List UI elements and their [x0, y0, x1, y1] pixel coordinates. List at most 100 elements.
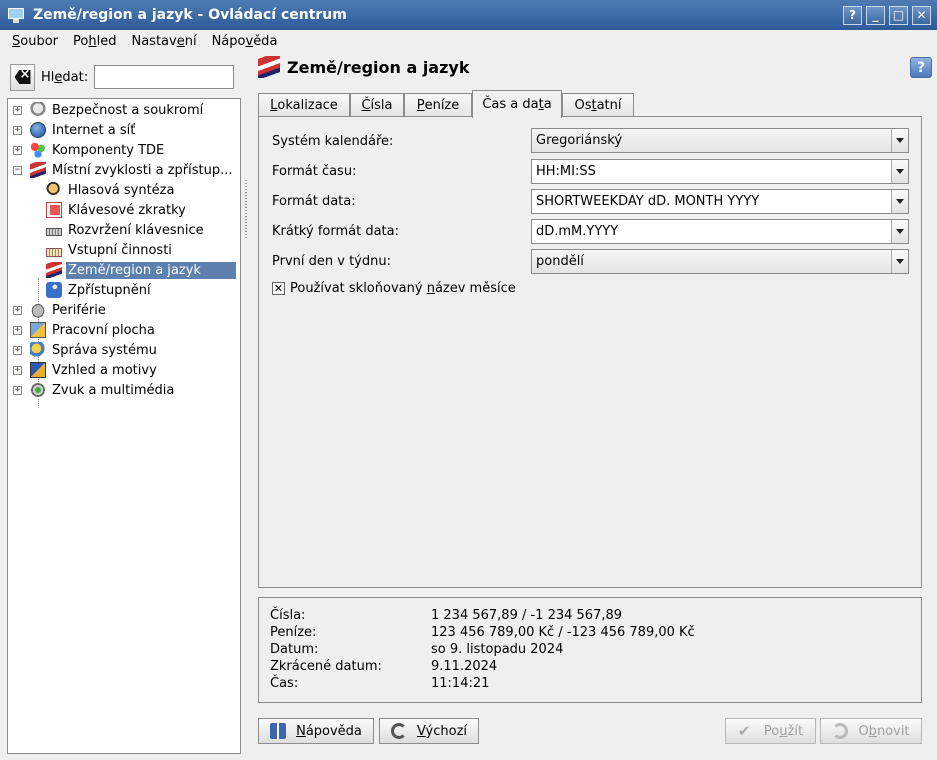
reset-button[interactable]: Obnovit: [820, 718, 922, 744]
format-preview: Čísla: 1 234 567,89 / -1 234 567,89 Peníz…: [258, 597, 922, 703]
search-row: Hledat:: [10, 62, 235, 92]
checkmark-icon: ✔: [737, 722, 751, 740]
system-admin-icon: [30, 342, 46, 358]
tree-item-accessibility[interactable]: Zpřístupnění: [8, 280, 240, 300]
defaults-button-label: Výchozí: [416, 723, 468, 739]
collapse-icon[interactable]: −: [13, 165, 22, 175]
minimize-button[interactable]: _: [866, 5, 885, 25]
chevron-down-icon[interactable]: [891, 190, 908, 213]
menu-view[interactable]: Pohled: [73, 34, 116, 49]
calendar-system-label: Systém kalendáře:: [272, 133, 394, 149]
keyboard-icon: [46, 228, 62, 236]
chevron-down-icon[interactable]: [891, 250, 908, 273]
help-button[interactable]: Nápověda: [258, 718, 374, 744]
accessibility-icon: [46, 282, 62, 298]
tree-item-speech-synthesis[interactable]: Hlasová syntéza: [8, 180, 240, 200]
clear-left-icon: [14, 70, 31, 84]
expand-icon[interactable]: +: [13, 385, 22, 395]
panel-splitter-handle[interactable]: [245, 180, 247, 240]
peripherals-icon: [30, 302, 46, 318]
tree-item-label: Vzhled a motivy: [52, 362, 157, 378]
tab-localization[interactable]: Lokalizace: [258, 93, 350, 117]
expand-icon[interactable]: +: [13, 105, 22, 115]
context-help-button[interactable]: ?: [843, 5, 862, 25]
expand-icon[interactable]: +: [13, 365, 22, 375]
first-day-select[interactable]: pondělí: [531, 249, 909, 274]
control-center-app-icon[interactable]: [7, 6, 25, 24]
tree-item-sound-multimedia[interactable]: + Zvuk a multimédia: [8, 380, 240, 400]
tree-item-desktop[interactable]: + Pracovní plocha: [8, 320, 240, 340]
tree-item-label: Zpřístupnění: [68, 282, 151, 298]
menu-file[interactable]: Soubor: [12, 34, 58, 49]
preview-row-date: Datum: so 9. listopadu 2024: [270, 642, 564, 657]
menu-settings[interactable]: Nastavení: [131, 34, 196, 49]
close-button[interactable]: ✕: [912, 5, 931, 25]
flag-icon: [258, 56, 280, 78]
short-date-format-combo[interactable]: dD.mM.YYYY: [531, 219, 909, 244]
tab-money[interactable]: Peníze: [404, 93, 472, 117]
declined-month-option[interactable]: ✕ Používat skloňovaný název měsíce: [272, 281, 516, 296]
tree-item-system-admin[interactable]: + Správa systému: [8, 340, 240, 360]
module-tree[interactable]: + Bezpečnost a soukromí + Internet a síť…: [7, 98, 241, 754]
short-date-format-label: Krátký formát data:: [272, 223, 399, 239]
expand-icon[interactable]: +: [13, 145, 22, 155]
tree-item-label: Země/region a jazyk: [66, 261, 236, 279]
tree-item-label: Rozvržení klávesnice: [68, 222, 204, 238]
desktop-icon: [30, 322, 46, 338]
tree-item-label: Periférie: [52, 302, 106, 318]
chevron-down-icon[interactable]: [891, 160, 908, 183]
input-actions-icon: [46, 247, 62, 257]
tree-item-security-privacy[interactable]: + Bezpečnost a soukromí: [8, 100, 240, 120]
expand-icon[interactable]: +: [13, 125, 22, 135]
tree-item-peripherals[interactable]: + Periférie: [8, 300, 240, 320]
tree-item-input-actions[interactable]: Vstupní činnosti: [8, 240, 240, 260]
help-icon[interactable]: ?: [910, 57, 932, 78]
sound-icon: [30, 382, 46, 398]
tree-item-label: Vstupní činnosti: [68, 242, 172, 258]
title-bar: Země/region a jazyk - Ovládací centrum ?…: [0, 0, 937, 30]
calendar-system-select[interactable]: Gregoriánský: [531, 128, 909, 153]
tree-item-label: Místní zvyklosti a zpřístup...: [52, 162, 233, 178]
tree-item-tde-components[interactable]: + Komponenty TDE: [8, 140, 240, 160]
clear-search-button[interactable]: [10, 63, 35, 91]
time-format-combo[interactable]: HH:MI:SS: [531, 159, 909, 184]
tree-item-keyboard-layout[interactable]: Rozvržení klávesnice: [8, 220, 240, 240]
tree-item-country-region-language[interactable]: Země/region a jazyk: [8, 260, 240, 280]
tree-item-shortcuts[interactable]: Klávesové zkratky: [8, 200, 240, 220]
date-format-label: Formát data:: [272, 193, 356, 209]
date-format-combo[interactable]: SHORTWEEKDAY dD. MONTH YYYY: [531, 189, 909, 214]
declined-month-label: Používat skloňovaný název měsíce: [290, 281, 516, 296]
calendar-system-value: Gregoriánský: [536, 133, 623, 148]
tab-time-date[interactable]: Čas a da t a: [472, 90, 562, 118]
first-day-label: První den v týdnu:: [272, 253, 391, 269]
defaults-button[interactable]: Výchozí: [379, 718, 479, 744]
declined-month-checkbox[interactable]: ✕: [272, 282, 285, 295]
tree-item-regional-accessibility[interactable]: − Místní zvyklosti a zpřístup...: [8, 160, 240, 180]
time-format-value[interactable]: HH:MI:SS: [532, 164, 891, 179]
expand-icon[interactable]: +: [13, 325, 22, 335]
tab-numbers[interactable]: Čísla: [350, 93, 404, 117]
maximize-button[interactable]: □: [889, 5, 908, 25]
preview-row-short-date: Zkrácené datum: 9.11.2024: [270, 659, 498, 674]
date-format-value[interactable]: SHORTWEEKDAY dD. MONTH YYYY: [532, 194, 891, 209]
tree-item-appearance-themes[interactable]: + Vzhled a motivy: [8, 360, 240, 380]
lock-icon: [30, 102, 46, 118]
globe-icon: [30, 122, 46, 138]
expand-icon[interactable]: +: [13, 305, 22, 315]
search-input[interactable]: [94, 65, 235, 89]
tree-item-label: Zvuk a multimédia: [52, 382, 175, 398]
first-day-value: pondělí: [536, 254, 584, 269]
chevron-down-icon[interactable]: [891, 220, 908, 243]
tree-item-label: Pracovní plocha: [52, 322, 155, 338]
flag-icon: [46, 262, 62, 278]
tree-item-internet-network[interactable]: + Internet a síť: [8, 120, 240, 140]
short-date-format-value[interactable]: dD.mM.YYYY: [532, 224, 891, 239]
shortcut-icon: [46, 202, 62, 218]
appearance-icon: [30, 362, 46, 378]
menu-help[interactable]: Nápověda: [212, 34, 278, 49]
apply-button[interactable]: ✔ Použít: [725, 718, 816, 744]
first-day-row: První den v týdnu:: [272, 249, 391, 273]
tab-other[interactable]: Os t atní: [562, 93, 634, 117]
chevron-down-icon[interactable]: [891, 129, 908, 152]
expand-icon[interactable]: +: [13, 345, 22, 355]
